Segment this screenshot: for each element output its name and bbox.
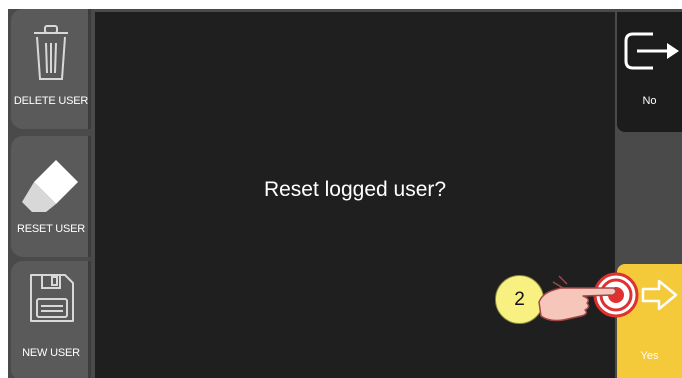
trash-icon: [11, 15, 91, 85]
eraser-icon: [11, 154, 91, 224]
reset-user-label: RESET USER: [16, 223, 86, 235]
exit-arrow-icon: [623, 30, 682, 75]
no-button[interactable]: No: [617, 12, 682, 132]
no-label: No: [642, 95, 657, 107]
tap-hand-icon: [533, 268, 643, 335]
delete-user-button[interactable]: DELETE USER: [11, 9, 91, 129]
dialog-prompt: Reset logged user?: [263, 178, 447, 201]
reset-user-button[interactable]: RESET USER: [11, 136, 91, 257]
floppy-disk-icon: [11, 271, 91, 341]
arrow-right-icon: [641, 278, 679, 317]
yes-label: Yes: [640, 350, 659, 362]
delete-user-label: DELETE USER: [13, 95, 89, 107]
new-user-button[interactable]: NEW USER: [11, 261, 91, 378]
new-user-label: NEW USER: [22, 347, 80, 359]
